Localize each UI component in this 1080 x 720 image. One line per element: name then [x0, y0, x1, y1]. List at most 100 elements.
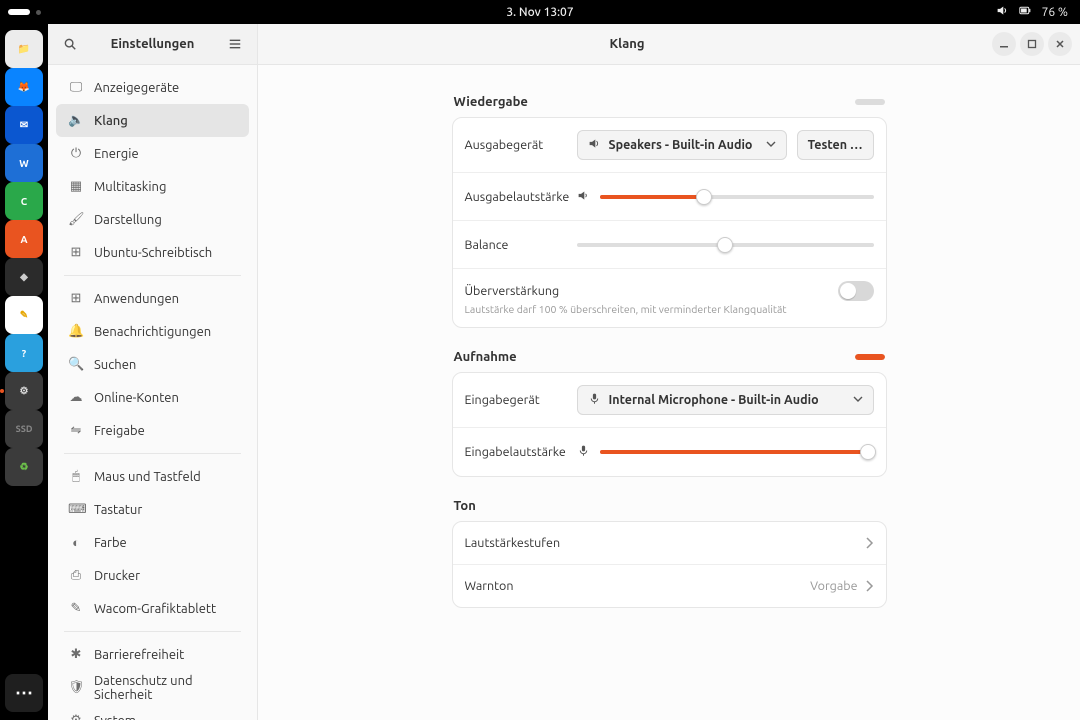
clock[interactable]: 3. Nov 13:07	[0, 6, 1080, 19]
dock-app-xournal[interactable]: ✎	[5, 296, 43, 334]
input-volume-slider[interactable]	[600, 444, 874, 460]
dock-app-thunderbird[interactable]: ✉	[5, 106, 43, 144]
sidebar-item-color[interactable]: ◐ Farbe	[56, 526, 249, 559]
output-device-select[interactable]: Speakers - Built-in Audio	[577, 130, 787, 160]
dock: 📁🦊✉WCA◆✎?⚙SSD♻ ⋯	[0, 24, 48, 720]
chevron-right-icon	[866, 537, 874, 549]
dock-app-inkscape[interactable]: ◆	[5, 258, 43, 296]
input-device-select[interactable]: Internal Microphone - Built-in Audio	[577, 385, 874, 415]
input-volume-label: Eingabelautstärke	[465, 445, 567, 459]
alert-label: Warnton	[465, 579, 514, 593]
dock-app-settings[interactable]: ⚙	[5, 372, 43, 410]
sharing-icon: ⇋	[68, 423, 84, 439]
search-button[interactable]	[58, 32, 82, 56]
volume-icon	[577, 189, 590, 205]
input-level-meter	[855, 354, 885, 360]
chevron-down-icon	[766, 138, 776, 152]
app-launcher[interactable]: ⋯	[5, 674, 43, 712]
sidebar-item-privacy[interactable]: 🛡Datenschutz und Sicherheit	[56, 671, 249, 704]
search-icon	[63, 37, 77, 51]
dock-app-disks[interactable]: SSD	[5, 410, 43, 448]
close-icon	[1055, 39, 1065, 49]
close-button[interactable]	[1048, 32, 1072, 56]
sidebar-item-power[interactable]: ⏻Energie	[56, 137, 249, 170]
sidebar-item-label: Barrierefreiheit	[94, 648, 184, 662]
sidebar-item-a11y[interactable]: ✱ Barrierefreiheit	[56, 638, 249, 671]
sidebar-list: 🖵Anzeigegeräte🔈Klang⏻Energie ▦ Multitaskin…	[48, 65, 257, 720]
sidebar-item-label: Anzeigegeräte	[94, 81, 179, 95]
alert-value: Vorgabe	[810, 579, 857, 593]
power-icon: ⏻	[68, 146, 84, 162]
dock-app-writer[interactable]: W	[5, 144, 43, 182]
multitask-icon: ▦	[68, 179, 84, 195]
alert-sound-row[interactable]: Warnton Vorgabe	[453, 565, 886, 607]
sidebar-item-label: Klang	[94, 114, 128, 128]
online-accounts-icon: ☁	[68, 390, 84, 406]
volume-steps-label: Lautstärkestufen	[465, 536, 561, 550]
sidebar-item-keyboard[interactable]: ⌨Tastatur	[56, 493, 249, 526]
sidebar-item-printers[interactable]: ⎙ Drucker	[56, 559, 249, 592]
sidebar-item-label: Anwendungen	[94, 292, 179, 306]
color-icon: ◐	[68, 535, 84, 551]
content-scroll[interactable]: Wiedergabe Ausgabegerät Speakers - Built…	[258, 65, 1080, 720]
balance-label: Balance	[465, 238, 567, 252]
sidebar-item-mouse[interactable]: 🖱Maus und Tastfeld	[56, 460, 249, 493]
speaker-icon	[588, 137, 601, 153]
sidebar-item-ubuntu-desktop[interactable]: ⊞Ubuntu-Schreibtisch	[56, 236, 249, 269]
a11y-icon: ✱	[68, 647, 84, 663]
top-panel: 3. Nov 13:07 76 %	[0, 0, 1080, 24]
printers-icon: ⎙	[68, 568, 84, 584]
chevron-down-icon	[853, 393, 863, 407]
test-speakers-button[interactable]: Testen …	[797, 130, 874, 160]
system-icon: ⚙	[68, 713, 84, 720]
maximize-button[interactable]	[1020, 32, 1044, 56]
sidebar-item-system[interactable]: ⚙ System	[56, 704, 249, 720]
sidebar-item-search[interactable]: 🔍Suchen	[56, 348, 249, 381]
sidebar-item-label: Wacom-Grafiktablett	[94, 602, 216, 616]
output-card: Ausgabegerät Speakers - Built-in Audio T…	[452, 117, 887, 328]
output-volume-label: Ausgabelautstärke	[465, 190, 567, 204]
dock-app-firefox[interactable]: 🦊	[5, 68, 43, 106]
sidebar-item-sharing[interactable]: ⇋ Freigabe	[56, 414, 249, 447]
sidebar-item-sound[interactable]: 🔈Klang	[56, 104, 249, 137]
tone-section-title: Ton	[454, 499, 476, 513]
page-title: Klang	[266, 37, 988, 51]
dock-app-help[interactable]: ?	[5, 334, 43, 372]
input-card: Eingabegerät Internal Microphone - Built…	[452, 372, 887, 477]
sidebar-item-label: Drucker	[94, 569, 140, 583]
sidebar-item-apps[interactable]: ⊞Anwendungen	[56, 282, 249, 315]
output-section-title: Wiedergabe	[454, 95, 528, 109]
sidebar-item-online-accounts[interactable]: ☁Online-Konten	[56, 381, 249, 414]
sidebar-item-wacom[interactable]: ✎ Wacom-Grafiktablett	[56, 592, 249, 625]
overamp-switch[interactable]	[838, 281, 874, 301]
dock-app-software[interactable]: A	[5, 220, 43, 258]
sidebar-item-label: Multitasking	[94, 180, 166, 194]
output-level-meter	[855, 99, 885, 105]
sidebar-item-label: System	[94, 714, 136, 720]
hamburger-button[interactable]	[223, 32, 247, 56]
settings-window: Einstellungen 🖵Anzeigegeräte🔈Klang⏻Energ…	[48, 24, 1080, 720]
sidebar-item-appearance[interactable]: 🖌Darstellung	[56, 203, 249, 236]
mic-icon	[588, 392, 601, 408]
dock-app-files[interactable]: 📁	[5, 30, 43, 68]
tone-card: Lautstärkestufen Warnton Vorgabe	[452, 521, 887, 608]
dock-app-trash[interactable]: ♻	[5, 448, 43, 486]
dock-app-calc[interactable]: C	[5, 182, 43, 220]
sidebar-item-notifications[interactable]: 🔔Benachrichtigungen	[56, 315, 249, 348]
wacom-icon: ✎	[68, 601, 84, 617]
sidebar-item-label: Farbe	[94, 536, 127, 550]
overamp-title: Überverstärkung	[465, 284, 560, 298]
volume-steps-row[interactable]: Lautstärkestufen	[453, 522, 886, 565]
minimize-button[interactable]	[992, 32, 1016, 56]
balance-slider[interactable]	[577, 237, 874, 253]
output-volume-slider[interactable]	[600, 189, 874, 205]
input-device-label: Eingabegerät	[465, 393, 567, 407]
sidebar-item-label: Freigabe	[94, 424, 145, 438]
sidebar-item-displays[interactable]: 🖵Anzeigegeräte	[56, 71, 249, 104]
sidebar-item-label: Maus und Tastfeld	[94, 470, 201, 484]
sidebar-item-multitask[interactable]: ▦ Multitasking	[56, 170, 249, 203]
input-device-value: Internal Microphone - Built-in Audio	[609, 393, 845, 407]
settings-sidebar: Einstellungen 🖵Anzeigegeräte🔈Klang⏻Energ…	[48, 24, 258, 720]
sidebar-header: Einstellungen	[48, 24, 257, 65]
sidebar-item-label: Benachrichtigungen	[94, 325, 211, 339]
